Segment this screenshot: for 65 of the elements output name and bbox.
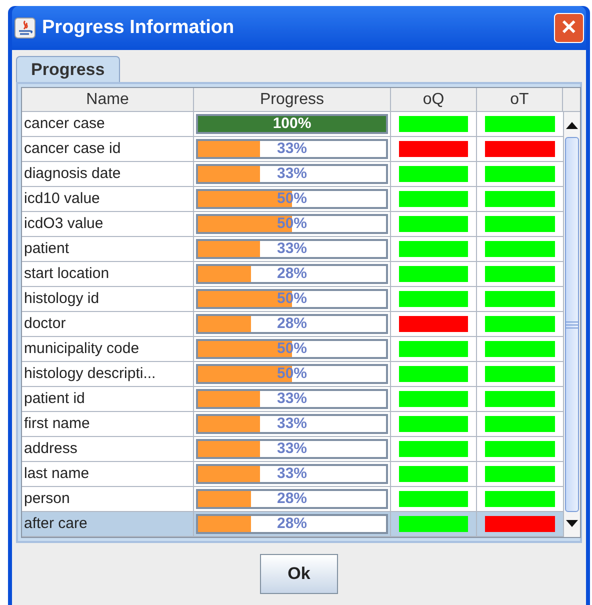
progress-percent: 28% [276,491,308,507]
table-cell: last name [22,462,194,486]
scroll-down-icon[interactable] [566,520,578,528]
table-cell: after care [22,512,194,536]
progress-percent: 50% [276,216,308,232]
table-row[interactable]: municipality code 50% [22,337,563,362]
scrollbar[interactable] [563,112,580,537]
table-row[interactable]: histology descripti... 50% [22,362,563,387]
table-row[interactable]: patient id 33% [22,387,563,412]
progress-percent: 33% [276,241,308,257]
table-cell: diagnosis date [22,162,194,186]
table-row[interactable]: icd10 value 50% [22,187,563,212]
close-button[interactable]: ✕ [554,13,584,43]
table-cell: icd10 value [22,187,194,211]
table-cell: start location [22,262,194,286]
window-title: Progress Information [42,16,236,40]
table-row[interactable]: cancer case 100% [22,112,563,137]
scroll-thumb[interactable] [565,137,579,512]
table-row[interactable]: patient 33% [22,237,563,262]
column-header[interactable]: oT [477,88,563,111]
scroll-up-icon[interactable] [566,121,578,129]
tab[interactable]: Progress [16,56,120,82]
progress-percent: 33% [276,466,308,482]
grip-icon [566,320,578,328]
table-cell: patient id [22,387,194,411]
table-row[interactable]: first name 33% [22,412,563,437]
progress-percent: 33% [276,416,308,432]
table-cell: patient [22,237,194,261]
ok-button[interactable]: Ok [260,554,338,594]
table-row[interactable]: person 28% [22,487,563,512]
table-row[interactable]: address 33% [22,437,563,462]
progress-percent: 33% [276,166,308,182]
table-cell: municipality code [22,337,194,361]
table-cell: icdO3 value [22,212,194,236]
column-header[interactable]: Name [22,88,194,111]
progress-percent: 50% [276,341,308,357]
progress-percent: 50% [276,366,308,382]
table-cell: first name [22,412,194,436]
progress-percent: 28% [276,316,308,332]
table-row[interactable]: after care 28% [22,512,563,537]
table-cell: doctor [22,312,194,336]
progress-percent: 33% [276,391,308,407]
table-cell: cancer case [22,112,194,136]
table-cell: person [22,487,194,511]
table-cell: histology id [22,287,194,311]
table-row[interactable]: diagnosis date 33% [22,162,563,187]
table-row[interactable]: doctor 28% [22,312,563,337]
table-row[interactable]: cancer case id 33% [22,137,563,162]
progress-percent: 28% [276,266,308,282]
progress-percent: 100% [272,116,312,132]
column-header[interactable]: Progress [194,88,391,111]
app-icon [14,17,36,39]
table-row[interactable]: histology id 50% [22,287,563,312]
progress-percent: 33% [276,441,308,457]
column-header[interactable]: oQ [391,88,477,111]
table-row[interactable]: start location 28% [22,262,563,287]
progress-percent: 33% [276,141,308,157]
table-row[interactable]: icdO3 value 50% [22,212,563,237]
table-cell: address [22,437,194,461]
progress-percent: 28% [276,516,308,532]
progress-percent: 50% [276,291,308,307]
progress-percent: 50% [276,191,308,207]
table-row[interactable]: last name 33% [22,462,563,487]
table-cell: cancer case id [22,137,194,161]
table-cell: histology descripti... [22,362,194,386]
